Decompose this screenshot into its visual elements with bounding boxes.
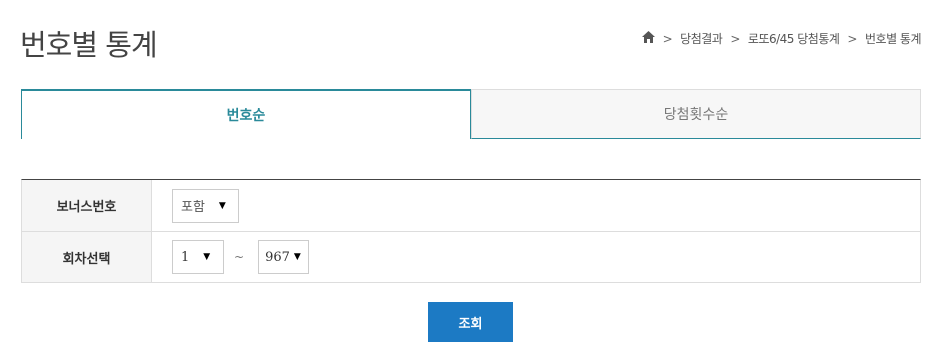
bonus-label: 보너스번호 <box>22 180 152 231</box>
bonus-select-value: 포함 <box>181 200 205 215</box>
bonus-value-cell: 포함 ▼ <box>152 180 920 231</box>
range-separator: ~ <box>234 250 245 264</box>
sort-tabs: 번호순 당첨횟수순 <box>21 89 921 139</box>
bonus-row: 보너스번호 포함 ▼ <box>22 180 920 231</box>
dropdown-arrow-icon: ▼ <box>218 200 226 211</box>
breadcrumb-separator: > <box>730 31 740 46</box>
round-to-value: 967 <box>265 249 290 265</box>
round-row: 회차선택 1 ▼ ~ 967 ▼ <box>22 231 920 282</box>
round-from-select[interactable]: 1 ▼ <box>172 240 224 274</box>
breadcrumb: > 당첨결과 > 로또6/45 당첨통계 > 번호별 통계 <box>641 30 922 47</box>
tab-by-win-count[interactable]: 당첨횟수순 <box>471 89 921 139</box>
round-value-cell: 1 ▼ ~ 967 ▼ <box>152 232 920 282</box>
tab-by-number[interactable]: 번호순 <box>21 89 471 139</box>
page-title: 번호별 통계 <box>20 28 158 62</box>
search-form: 보너스번호 포함 ▼ 회차선택 1 ▼ ~ 967 ▼ <box>21 179 921 283</box>
breadcrumb-item-current: 번호별 통계 <box>864 32 922 46</box>
breadcrumb-separator: > <box>847 31 857 46</box>
round-from-value: 1 <box>181 249 190 265</box>
dropdown-arrow-icon: ▼ <box>203 252 211 262</box>
bonus-select[interactable]: 포함 ▼ <box>172 188 239 223</box>
home-icon[interactable] <box>641 31 655 46</box>
breadcrumb-separator: > <box>662 31 673 46</box>
breadcrumb-item-stats[interactable]: 로또6/45 당첨통계 <box>748 30 840 47</box>
dropdown-arrow-icon: ▼ <box>293 252 301 262</box>
round-to-select[interactable]: 967 ▼ <box>258 240 310 274</box>
breadcrumb-item-results[interactable]: 당첨결과 <box>680 30 723 47</box>
round-label: 회차선택 <box>22 232 152 282</box>
search-button[interactable]: 조회 <box>428 302 513 342</box>
